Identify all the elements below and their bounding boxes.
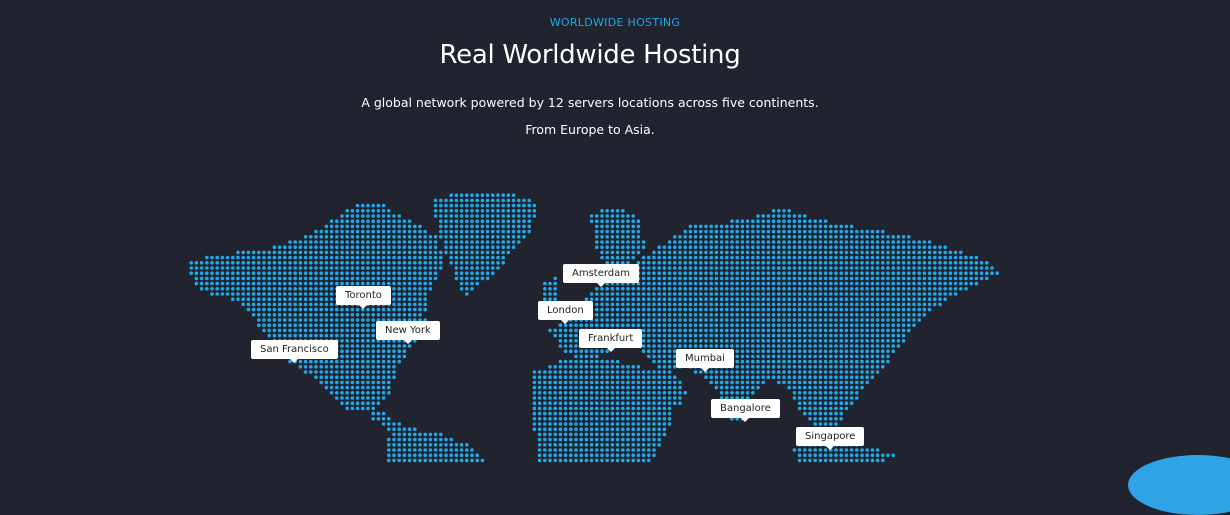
- location-pin-san-francisco[interactable]: San Francisco: [251, 340, 338, 363]
- location-pin-toronto[interactable]: Toronto: [336, 286, 391, 309]
- location-pin-london[interactable]: London: [538, 301, 593, 324]
- location-pin-amsterdam[interactable]: Amsterdam: [563, 264, 640, 287]
- chat-widget-button[interactable]: [1128, 455, 1230, 515]
- location-pin-frankfurt[interactable]: Frankfurt: [579, 329, 643, 352]
- location-pin-bangalore[interactable]: Bangalore: [711, 399, 780, 422]
- location-pin-singapore[interactable]: Singapore: [796, 427, 865, 450]
- world-map: [189, 193, 999, 463]
- location-pin-mumbai[interactable]: Mumbai: [676, 349, 734, 372]
- location-pin-new-york[interactable]: New York: [376, 321, 440, 344]
